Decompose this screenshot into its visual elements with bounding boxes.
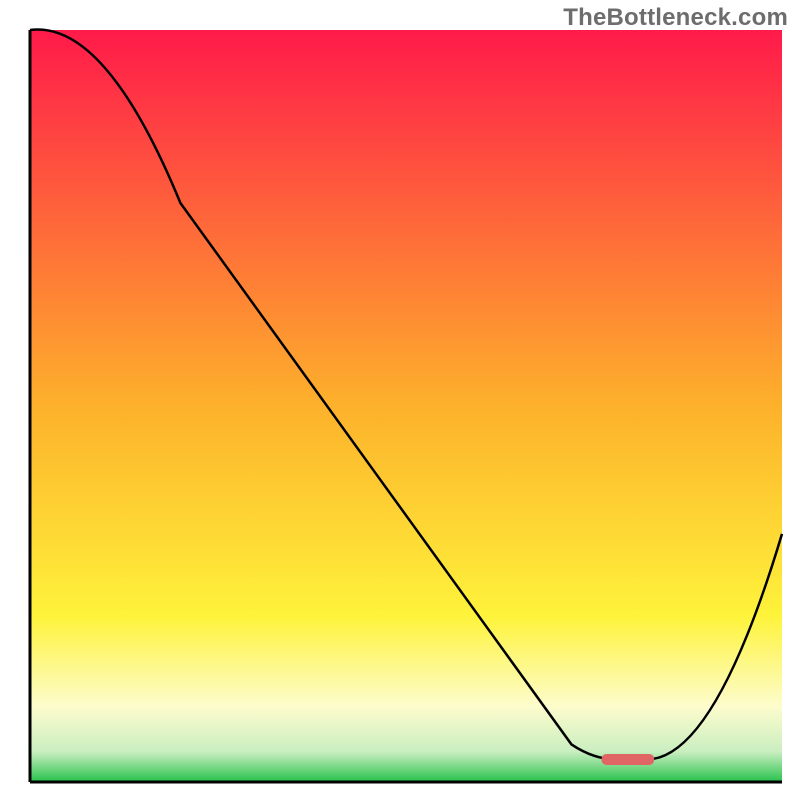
plot-background [30, 30, 782, 782]
watermark-text: TheBottleneck.com [563, 4, 788, 32]
chart-container: TheBottleneck.com [0, 0, 800, 800]
optimal-range-marker [602, 754, 655, 765]
bottleneck-chart [0, 0, 800, 800]
